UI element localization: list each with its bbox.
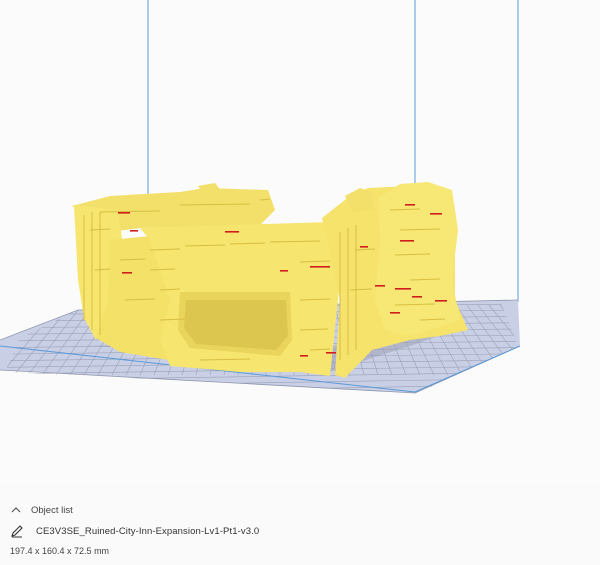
object-list-item[interactable]: CE3V3SE_Ruined-City-Inn-Expansion-Lv1-Pt… <box>10 523 259 539</box>
build-plate-viewport[interactable] <box>0 0 600 485</box>
slicer-window: Object list CE3V3SE_Ruined-City-Inn-Expa… <box>0 0 600 565</box>
object-list-label: Object list <box>31 504 73 516</box>
object-dimensions: 197.4 x 160.4 x 72.5 mm <box>10 546 110 556</box>
build-plate-scene <box>0 0 521 394</box>
pencil-icon[interactable] <box>10 524 24 538</box>
object-name: CE3V3SE_Ruined-City-Inn-Expansion-Lv1-Pt… <box>36 525 260 537</box>
object-list-panel: Object list CE3V3SE_Ruined-City-Inn-Expa… <box>0 485 600 565</box>
chevron-up-icon <box>11 507 21 513</box>
object-list-toggle[interactable]: Object list <box>10 502 73 518</box>
